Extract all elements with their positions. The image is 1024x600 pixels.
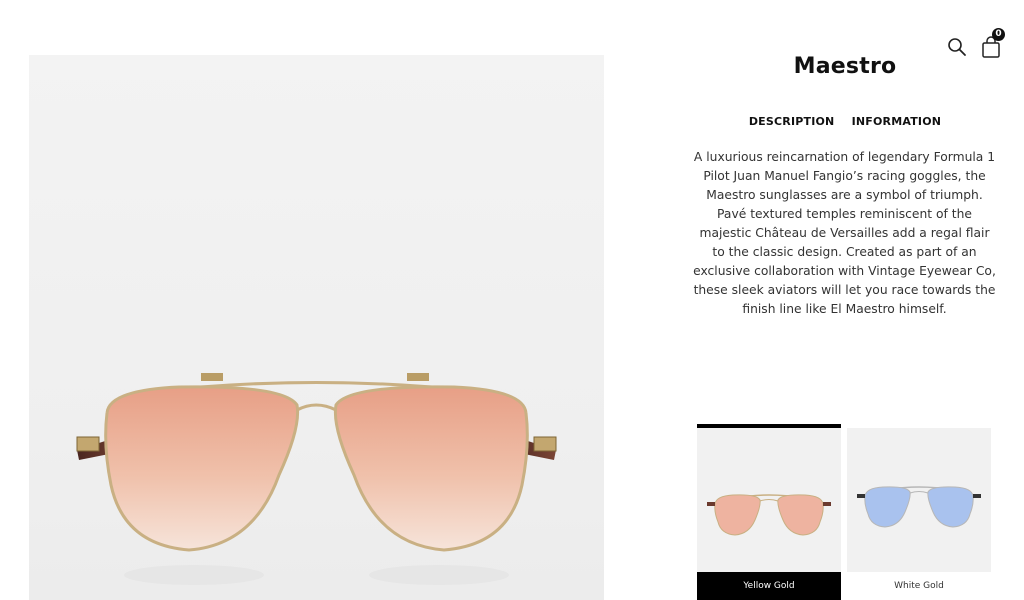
variant-white-gold[interactable]: White Gold xyxy=(847,424,991,600)
sunglasses-image xyxy=(76,373,557,585)
product-main-image xyxy=(29,55,604,600)
variant-thumbnail xyxy=(847,428,991,572)
sunglasses-thumbnail xyxy=(707,494,831,536)
product-title: Maestro xyxy=(793,54,897,79)
variant-label: Yellow Gold xyxy=(697,572,841,600)
sunglasses-thumbnail xyxy=(857,486,981,528)
product-tabs: DESCRIPTION INFORMATION xyxy=(700,110,990,129)
cart-count-badge: 0 xyxy=(992,28,1005,41)
tab-description[interactable]: DESCRIPTION xyxy=(749,115,835,128)
product-description: A luxurious reincarnation of legendary F… xyxy=(693,150,996,316)
variant-yellow-gold[interactable]: Yellow Gold xyxy=(697,424,841,600)
tab-information[interactable]: INFORMATION xyxy=(852,115,942,128)
variant-thumbnail xyxy=(697,428,841,572)
variant-label: White Gold xyxy=(894,581,944,591)
